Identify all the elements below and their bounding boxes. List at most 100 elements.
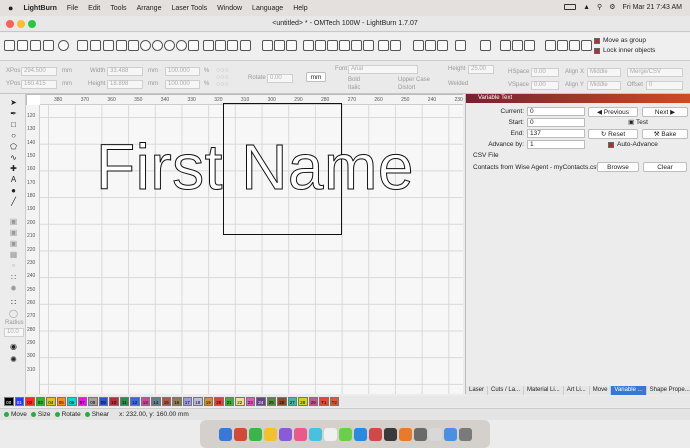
zoom-page-icon[interactable] [176,40,187,51]
menu-help[interactable]: Help [293,5,307,12]
send-icon[interactable] [240,40,251,51]
next-button[interactable]: Next ▶ [642,107,688,117]
palette-swatch[interactable]: 20 [214,397,224,406]
weld-tool-icon[interactable]: ▣ [9,239,18,248]
palette-swatch[interactable]: 05 [56,397,66,406]
dock-app-icon[interactable] [323,427,337,441]
palette-swatch[interactable]: T1 [319,397,329,406]
menu-arrange[interactable]: Arrange [137,5,162,12]
distribute-h-icon[interactable] [455,40,466,51]
browse-button[interactable]: Browse [597,162,639,172]
palette-swatch[interactable]: 18 [193,397,203,406]
palette-swatch[interactable]: 09 [98,397,108,406]
palette-swatch[interactable]: 25 [266,397,276,406]
grid-array-icon[interactable]: ∷ [9,273,18,282]
font-select[interactable]: Arial [348,65,418,74]
tab-art-library[interactable]: Art Li... [563,386,590,395]
palette-swatch[interactable]: 15 [161,397,171,406]
palette-swatch[interactable]: 03 [35,397,45,406]
tab-move[interactable]: Move [589,386,612,395]
wifi-icon[interactable]: ▲ [583,4,590,11]
line-tool-icon[interactable]: ∿ [9,153,18,162]
palette-swatch[interactable]: T2 [329,397,339,406]
zoom-fit-icon[interactable] [164,40,175,51]
dock-app-icon[interactable] [458,427,472,441]
rectangle-tool-icon[interactable]: □ [9,120,18,129]
new-file-icon[interactable] [4,40,15,51]
previous-button[interactable]: ◀ Previous [588,107,638,117]
canvas-text-object[interactable]: First Name [96,135,414,200]
grid-dots-icon[interactable]: ∷ [9,298,18,307]
tab-material-library[interactable]: Material Li... [524,386,564,395]
reset-button[interactable]: ↻ Reset [588,129,638,139]
current-field[interactable]: 0 [527,107,585,116]
marker-tool-icon[interactable]: ● [9,186,18,195]
clear-button[interactable]: Clear [643,162,687,172]
zoom-out-icon[interactable] [152,40,163,51]
cut-icon[interactable] [77,40,88,51]
save-as-icon[interactable] [43,40,54,51]
boolean-icon[interactable]: ▣ [9,228,18,237]
align-center-icon[interactable] [274,40,285,51]
dock-app-icon[interactable] [248,427,262,441]
tab-laser[interactable]: Laser [466,386,489,395]
align-middle-icon[interactable] [425,40,436,51]
corner-tl-icon[interactable] [480,40,491,51]
palette-swatch[interactable]: 07 [77,397,87,406]
app-menu[interactable]: LightBurn [23,5,56,12]
test-button[interactable]: ▣ Test [588,118,688,128]
ungroup-icon[interactable] [315,40,326,51]
auto-advance-checkbox[interactable] [608,142,614,148]
gear-bottom-icon[interactable]: ✺ [9,355,18,364]
start-field[interactable]: 0 [527,118,585,127]
minimize-window-button[interactable] [17,20,25,28]
palette-swatch[interactable]: 04 [46,397,56,406]
dock-bottom-icon[interactable] [581,40,592,51]
move-toggle[interactable]: Move [4,411,27,418]
align-x-select[interactable]: Middle [587,68,621,77]
palette-swatch[interactable]: 27 [287,397,297,406]
menu-file[interactable]: File [67,5,78,12]
palette-swatch[interactable]: 28 [298,397,308,406]
upper-case-checkbox[interactable]: Upper Case [398,77,430,83]
palette-swatch[interactable]: 29 [308,397,318,406]
tab-tool-icon[interactable]: ◯ [9,309,18,318]
merge-csv-select[interactable]: Merge/CSV [627,68,683,77]
end-field[interactable]: 137 [527,129,585,138]
dock-app-icon[interactable] [338,427,352,441]
palette-swatch[interactable]: 22 [235,397,245,406]
dock-app-icon[interactable] [383,427,397,441]
dock-app-icon[interactable] [233,427,247,441]
ellipse-tool-icon[interactable]: ○ [9,131,18,140]
palette-swatch[interactable]: 26 [277,397,287,406]
control-center-icon[interactable]: ⚙ [609,3,615,11]
move-icon[interactable] [128,40,139,51]
delete-icon[interactable] [116,40,127,51]
flip-v-icon[interactable] [390,40,401,51]
open-file-icon[interactable] [17,40,28,51]
palette-swatch[interactable]: 02 [25,397,35,406]
xpos-field[interactable]: 294.500 [21,67,57,76]
dock-app-icon[interactable] [443,427,457,441]
dock-top-icon[interactable] [569,40,580,51]
palette-swatch[interactable]: 11 [119,397,129,406]
close-window-button[interactable] [6,20,14,28]
align-left-icon[interactable] [262,40,273,51]
dock-app-icon[interactable] [308,427,322,441]
convert-path-icon[interactable]: ▫ [9,261,18,270]
crosshair-icon[interactable] [512,40,523,51]
tools-icon[interactable] [215,40,226,51]
copy-icon[interactable] [90,40,101,51]
palette-swatch[interactable]: 00 [4,397,14,406]
bold-checkbox[interactable]: Bold [348,77,360,83]
shear-toggle[interactable]: Shear [84,411,109,418]
paste-icon[interactable] [103,40,114,51]
zoom-window-button[interactable] [28,20,36,28]
hspace-field[interactable]: 0.00 [531,68,559,77]
crosshair-2-icon[interactable] [524,40,535,51]
italic-checkbox[interactable]: Italic [348,85,360,91]
palette-swatch[interactable]: 19 [203,397,213,406]
ypos-field[interactable]: 160.415 [21,80,57,89]
weld-icon[interactable] [327,40,338,51]
save-file-icon[interactable] [30,40,41,51]
